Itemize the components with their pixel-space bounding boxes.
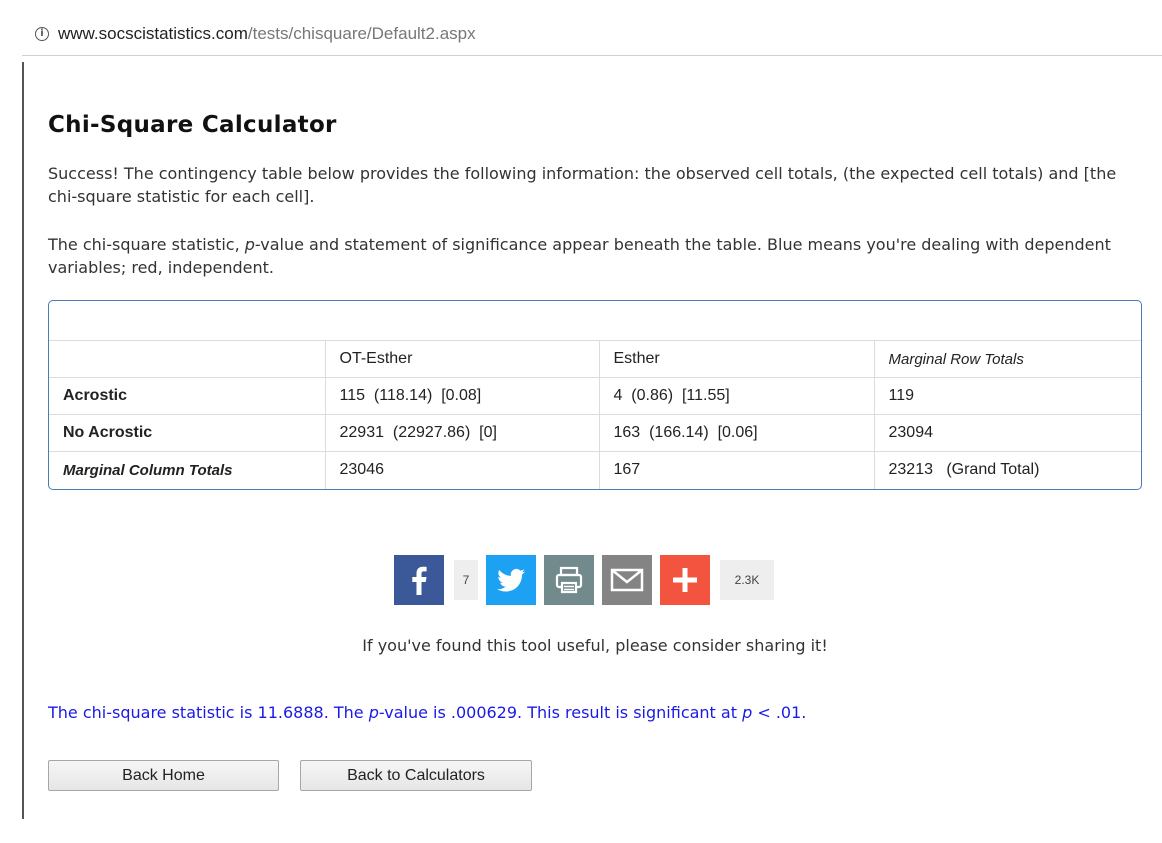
info-icon[interactable]: i (35, 27, 49, 41)
more-share-button[interactable] (660, 555, 710, 605)
table-cell: 167 (598, 451, 875, 489)
url-host: www.socscistatistics.com (58, 24, 248, 43)
table-cell: 22931 (22927.86) [0] (324, 414, 600, 452)
intro2-p-italic: p (244, 235, 255, 254)
table-cell: 4 (0.86) [11.55] (598, 377, 875, 415)
table-header-cell: OT-Esther (324, 340, 600, 378)
page-title: Chi-Square Calculator (48, 112, 337, 138)
result-p-italic: p (368, 703, 379, 722)
row-label: Marginal Column Totals (49, 451, 326, 489)
print-share-button[interactable] (544, 555, 594, 605)
contingency-table: OT-Esther Esther Marginal Row Totals Acr… (49, 340, 1141, 489)
twitter-share-button[interactable] (486, 555, 536, 605)
facebook-share-button[interactable] (394, 555, 444, 605)
facebook-icon (394, 555, 444, 605)
twitter-icon (486, 555, 536, 605)
result-text-3: < .01. (752, 703, 807, 722)
table-header-cell: Marginal Row Totals (873, 340, 1141, 378)
table-cell: 115 (118.14) [0.08] (324, 377, 600, 415)
contingency-table-panel: OT-Esther Esther Marginal Row Totals Acr… (48, 300, 1142, 490)
table-header-row: OT-Esther Esther Marginal Row Totals (49, 340, 1141, 378)
share-message: If you've found this tool useful, please… (362, 636, 828, 655)
table-row: Marginal Column Totals 23046 167 23213 (… (49, 451, 1141, 489)
back-to-calculators-button[interactable]: Back to Calculators (300, 760, 532, 791)
facebook-share-count: 7 (454, 560, 478, 600)
result-text-1: The chi-square statistic is 11.6888. The (48, 703, 369, 722)
table-cell: 23213 (Grand Total) (873, 451, 1141, 489)
table-row: No Acrostic 22931 (22927.86) [0] 163 (16… (49, 414, 1141, 452)
total-share-count: 2.3K (720, 560, 774, 600)
intro-paragraph-2: The chi-square statistic, p-value and st… (48, 233, 1148, 279)
intro2-text-a: The chi-square statistic, (48, 235, 245, 254)
table-header-cell (49, 340, 326, 378)
url-text[interactable]: www.socscistatistics.com/tests/chisquare… (58, 24, 476, 44)
table-cell: 119 (873, 377, 1141, 415)
url-path: /tests/chisquare/Default2.aspx (247, 24, 476, 43)
table-cell: 23046 (324, 451, 600, 489)
table-row: Acrostic 115 (118.14) [0.08] 4 (0.86) [1… (49, 377, 1141, 415)
plus-icon (660, 555, 710, 605)
address-bar-divider (22, 55, 1162, 56)
result-text-2: -value is .000629. This result is signif… (378, 703, 743, 722)
result-p-italic: p (742, 703, 753, 722)
row-label: No Acrostic (49, 414, 326, 452)
print-icon (544, 555, 594, 605)
table-header-cell: Esther (598, 340, 875, 378)
email-icon (602, 555, 652, 605)
row-label: Acrostic (49, 377, 326, 415)
email-share-button[interactable] (602, 555, 652, 605)
table-cell: 163 (166.14) [0.06] (598, 414, 875, 452)
content-left-border (22, 62, 24, 819)
chi-square-result: The chi-square statistic is 11.6888. The… (48, 703, 1148, 722)
intro-paragraph-1: Success! The contingency table below pro… (48, 164, 1117, 206)
back-home-button[interactable]: Back Home (48, 760, 279, 791)
address-bar[interactable]: i www.socscistatistics.com/tests/chisqua… (0, 0, 1162, 56)
table-cell: 23094 (873, 414, 1141, 452)
